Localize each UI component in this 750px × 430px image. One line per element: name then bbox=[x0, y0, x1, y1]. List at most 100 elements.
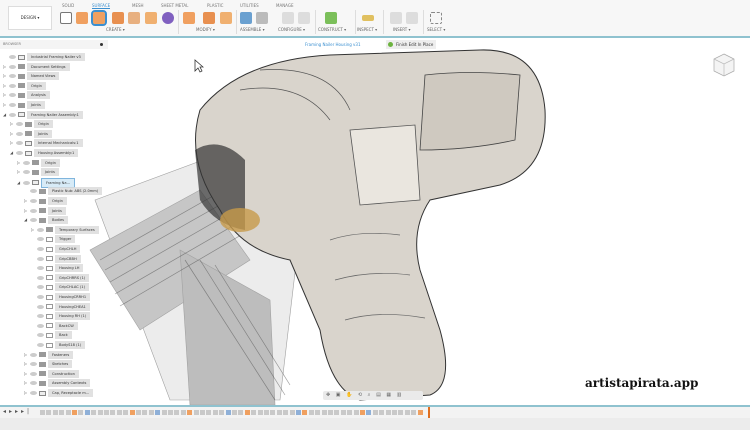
visibility-eye-icon[interactable] bbox=[9, 64, 16, 69]
timeline-feature[interactable] bbox=[360, 410, 365, 415]
browser-item[interactable]: ▷ Origin bbox=[10, 120, 53, 129]
browser-item[interactable]: HousingCHEA1 bbox=[31, 302, 90, 311]
browser-item[interactable]: GripCHLAC (1) bbox=[31, 283, 89, 292]
offset-icon[interactable] bbox=[183, 12, 195, 24]
active-component-label[interactable]: Framing Nailer Housing v31 bbox=[305, 40, 361, 49]
sweep-icon[interactable] bbox=[112, 12, 124, 24]
visibility-eye-icon[interactable] bbox=[37, 295, 44, 299]
visibility-eye-icon[interactable] bbox=[9, 55, 16, 59]
browser-item[interactable]: Plastic Nub: ABS (2.0mm) bbox=[24, 187, 103, 196]
timeline-feature[interactable] bbox=[251, 410, 257, 415]
visibility-eye-icon[interactable] bbox=[37, 256, 44, 261]
timeline-feature[interactable] bbox=[65, 410, 71, 415]
visibility-eye-icon[interactable] bbox=[37, 275, 44, 280]
extrude-icon[interactable] bbox=[76, 12, 88, 24]
browser-item[interactable]: ◢ Framing Na... bbox=[17, 177, 76, 188]
visibility-eye-icon[interactable] bbox=[30, 218, 37, 223]
timeline-feature[interactable] bbox=[334, 410, 340, 415]
visibility-eye-icon[interactable] bbox=[16, 151, 23, 155]
timeline-feature[interactable] bbox=[136, 410, 141, 415]
canvas-viewport[interactable] bbox=[0, 49, 750, 405]
browser-item[interactable]: ▷ Internal Mechanicals:1 bbox=[10, 139, 83, 148]
browser-item[interactable]: ▷ Joints bbox=[10, 129, 52, 138]
visibility-eye-icon[interactable] bbox=[37, 237, 44, 242]
workspace-switcher[interactable]: DESIGN ▾ bbox=[8, 6, 52, 30]
timeline-feature[interactable] bbox=[219, 410, 225, 415]
timeline-feature[interactable] bbox=[404, 410, 410, 415]
trim-icon[interactable] bbox=[203, 12, 215, 24]
browser-item[interactable]: ▷ Joints bbox=[3, 101, 45, 109]
timeline-feature[interactable] bbox=[347, 410, 353, 415]
browser-item[interactable]: GripCBBH bbox=[31, 254, 81, 263]
timeline-feature[interactable] bbox=[244, 410, 250, 415]
tab-mesh[interactable]: MESH bbox=[132, 3, 144, 8]
browser-item[interactable]: BackCW bbox=[31, 321, 78, 330]
timeline-feature[interactable] bbox=[372, 410, 378, 415]
configure-icon[interactable] bbox=[282, 12, 294, 24]
visibility-eye-icon[interactable] bbox=[37, 323, 44, 328]
timeline-feature[interactable] bbox=[78, 410, 84, 415]
visibility-eye-icon[interactable] bbox=[37, 247, 44, 251]
joint-icon[interactable] bbox=[256, 12, 268, 24]
create-menu[interactable]: CREATE ▾ bbox=[106, 27, 125, 32]
visibility-eye-icon[interactable] bbox=[30, 391, 37, 395]
visibility-eye-icon[interactable] bbox=[37, 285, 44, 290]
browser-item[interactable]: Industrial Framing Nailer v3 bbox=[3, 53, 85, 61]
visibility-eye-icon[interactable] bbox=[23, 160, 30, 165]
browser-item[interactable]: ◢ Bodies bbox=[24, 216, 69, 225]
timeline-feature[interactable] bbox=[321, 410, 327, 415]
timeline-feature[interactable] bbox=[84, 410, 90, 415]
visibility-eye-icon[interactable] bbox=[9, 93, 16, 98]
visibility-eye-icon[interactable] bbox=[37, 343, 44, 347]
timeline-feature[interactable] bbox=[257, 410, 263, 415]
browser-item[interactable]: ▷ Construction bbox=[24, 369, 79, 378]
visibility-eye-icon[interactable] bbox=[23, 180, 30, 185]
timeline-feature[interactable] bbox=[193, 410, 199, 415]
browser-pin-icon[interactable] bbox=[100, 43, 103, 46]
timeline-feature[interactable] bbox=[123, 410, 129, 415]
insert-menu[interactable]: INSERT ▾ bbox=[393, 27, 410, 32]
visibility-eye-icon[interactable] bbox=[9, 103, 16, 107]
timeline[interactable]: ◂▸▸▸| bbox=[0, 405, 750, 418]
plane-icon[interactable] bbox=[325, 12, 337, 24]
timeline-feature[interactable] bbox=[340, 410, 346, 415]
timeline-feature[interactable] bbox=[206, 410, 212, 415]
timeline-feature[interactable] bbox=[417, 410, 423, 415]
visibility-eye-icon[interactable] bbox=[37, 266, 44, 271]
timeline-feature[interactable] bbox=[155, 410, 161, 415]
timeline-feature[interactable] bbox=[315, 410, 321, 415]
timeline-feature[interactable] bbox=[200, 410, 205, 415]
tab-plastic[interactable]: PLASTIC bbox=[207, 3, 223, 8]
timeline-feature[interactable] bbox=[168, 410, 173, 415]
visibility-eye-icon[interactable] bbox=[37, 314, 44, 319]
timeline-feature[interactable] bbox=[283, 410, 289, 415]
browser-item[interactable]: ▷ Origin bbox=[17, 158, 60, 167]
browser-item[interactable]: ▷ Cap, Receptacle m... bbox=[24, 389, 94, 397]
browser-item[interactable]: ▷ Fasteners bbox=[24, 350, 74, 359]
patch-icon[interactable] bbox=[145, 12, 157, 24]
browser-item[interactable]: ▷ Named Views bbox=[3, 72, 60, 81]
timeline-feature[interactable] bbox=[264, 410, 269, 415]
tab-solid[interactable]: SOLID bbox=[62, 3, 74, 8]
inspect-menu[interactable]: INSPECT ▾ bbox=[357, 27, 377, 32]
browser-item[interactable]: ▷ Joints bbox=[17, 168, 59, 177]
visibility-eye-icon[interactable] bbox=[37, 333, 44, 338]
timeline-feature[interactable] bbox=[296, 410, 301, 415]
visibility-eye-icon[interactable] bbox=[30, 189, 37, 194]
timeline-feature[interactable] bbox=[353, 410, 359, 415]
browser-item[interactable]: ▷ Document Settings bbox=[3, 62, 70, 71]
timeline-feature[interactable] bbox=[302, 410, 308, 415]
timeline-feature[interactable] bbox=[225, 410, 231, 415]
browser-item[interactable]: ▷ Origin bbox=[24, 197, 67, 205]
stitch-icon[interactable] bbox=[220, 12, 232, 24]
tab-utilities[interactable]: UTILITIES bbox=[240, 3, 259, 8]
visibility-eye-icon[interactable] bbox=[37, 304, 44, 309]
visibility-eye-icon[interactable] bbox=[23, 170, 30, 175]
timeline-feature[interactable] bbox=[187, 410, 193, 415]
finish-edit-in-place-button[interactable]: Finish Edit In Place bbox=[386, 40, 437, 49]
browser-item[interactable]: ▷ Joints bbox=[24, 206, 66, 215]
form-icon[interactable] bbox=[162, 12, 174, 24]
browser-item[interactable]: ▷ Origin bbox=[3, 81, 46, 90]
browser-item[interactable]: ▷ Temporary Surfaces bbox=[31, 225, 99, 234]
timeline-feature[interactable] bbox=[212, 410, 218, 415]
